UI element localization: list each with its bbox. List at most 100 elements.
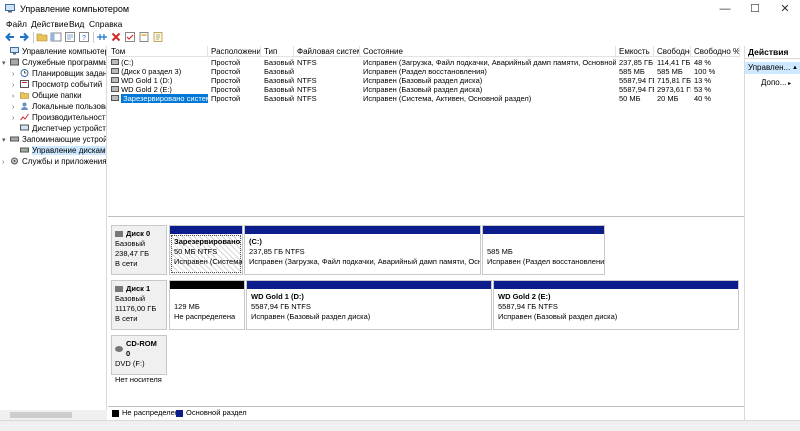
partition-unallocated[interactable]: 129 МБ Не распределена	[169, 280, 245, 330]
table-cell: NTFS	[297, 85, 317, 94]
table-cell: 50 МБ	[619, 94, 641, 103]
tree-item-task-scheduler[interactable]: ›Планировщик заданий	[12, 69, 106, 79]
column-header-free-percent[interactable]: Свободно %	[691, 46, 740, 57]
table-row[interactable]: WD Gold 1 (D:)	[108, 76, 208, 85]
disk-graphical-view: Диск 0 Базовый 238,47 ГБ В сети Зарезерв…	[108, 216, 744, 406]
table-cell: Базовый	[264, 94, 294, 103]
computer-icon	[10, 47, 19, 55]
connect-icon[interactable]	[96, 31, 108, 43]
table-cell: Простой	[211, 85, 241, 94]
svg-text:?: ?	[82, 35, 86, 42]
table-cell: 715,81 ГБ	[657, 76, 691, 85]
tree-item-storage[interactable]: ▾ Запоминающие устройст	[2, 135, 106, 145]
table-cell: Исправен (Система, Активен, Основной раз…	[363, 94, 532, 103]
table-cell: Исправен (Раздел восстановления)	[363, 67, 487, 76]
column-header-layout[interactable]: Расположение	[208, 46, 261, 57]
delete-icon[interactable]	[110, 31, 122, 43]
forward-icon[interactable]	[18, 31, 30, 43]
back-icon[interactable]	[4, 31, 16, 43]
table-cell: Исправен (Загрузка, Файл подкачки, Авари…	[363, 58, 616, 67]
partition-system-reserved[interactable]: Зарезервировано си 50 МБ NTFS Исправен (…	[169, 225, 243, 275]
collapse-arrow-icon[interactable]: ▲	[792, 62, 798, 74]
column-header-volume[interactable]: Том	[108, 46, 208, 57]
table-cell: 585 МБ	[657, 67, 683, 76]
event-viewer-icon	[20, 80, 29, 88]
table-cell: 100 %	[694, 67, 716, 76]
tree-item-local-users[interactable]: ›Локальные пользовате	[12, 102, 106, 112]
partition-recovery[interactable]: 585 МБ Исправен (Раздел восстановления)	[482, 225, 605, 275]
column-header-capacity[interactable]: Емкость	[616, 46, 654, 57]
more-actions-link[interactable]: Допо... ▸	[761, 78, 791, 87]
tree-item-performance[interactable]: › Производительность	[12, 113, 106, 123]
submenu-arrow-icon: ▸	[786, 81, 792, 87]
tree-item-device-manager[interactable]: Диспетчер устройств	[12, 124, 106, 134]
tree-item-services-apps[interactable]: › Службы и приложения	[2, 157, 106, 167]
table-cell: 40 %	[694, 94, 712, 103]
column-header-free[interactable]: Свободно	[654, 46, 691, 57]
table-cell: Базовый	[264, 58, 294, 67]
menu-help[interactable]: Справка	[89, 19, 122, 29]
storage-icon	[10, 136, 19, 142]
cdrom-0-label[interactable]: CD-ROM 0 DVD (F:) Нет носителя	[111, 335, 167, 384]
table-row-selected[interactable]: Зарезервировано системой	[108, 94, 208, 103]
table-cell: 20 МБ	[657, 94, 679, 103]
tools-icon	[10, 58, 19, 66]
tree-item-computer-management[interactable]: Управление компьютером (л	[2, 47, 106, 57]
volume-icon	[111, 95, 119, 101]
console-tree-icon[interactable]	[50, 31, 62, 43]
actions-pane: Действия Управлен... ▲ Допо... ▸	[744, 46, 800, 431]
vertical-scrollbar[interactable]	[740, 46, 744, 406]
disk-icon	[115, 286, 123, 292]
partition-c[interactable]: (C:) 237,85 ГБ NTFS Исправен (Загрузка, …	[244, 225, 481, 275]
scheduler-icon	[20, 69, 29, 77]
close-button[interactable]: ✕	[770, 0, 800, 18]
properties-icon[interactable]	[64, 31, 76, 43]
menu-bar: Файл Действие Вид Справка	[0, 18, 800, 30]
open-icon[interactable]	[138, 31, 150, 43]
table-row[interactable]: (Диск 0 раздел 3)	[108, 67, 208, 76]
table-row[interactable]: (C:)	[108, 58, 208, 67]
partition-wd-gold-2[interactable]: WD Gold 2 (E:) 5587,94 ГБ NTFS Исправен …	[493, 280, 739, 330]
users-icon	[21, 102, 28, 110]
table-cell: 48 %	[694, 58, 712, 67]
actions-group-disk-management[interactable]: Управлен... ▲	[745, 62, 800, 74]
disk-1-label[interactable]: Диск 1 Базовый 11176,00 ГБ В сети	[111, 280, 167, 330]
legend-primary: Основной раздел	[186, 408, 247, 417]
menu-file[interactable]: Файл	[6, 19, 27, 29]
table-cell: 237,85 ГБ	[619, 58, 654, 67]
toolbar: ?	[0, 30, 800, 46]
disk-management-icon	[20, 147, 29, 153]
table-cell: Базовый	[264, 76, 294, 85]
column-header-status[interactable]: Состояние	[360, 46, 616, 57]
table-cell: 2973,61 ГБ	[657, 85, 691, 94]
tree-item-shared-folders[interactable]: › Общие папки	[12, 91, 82, 101]
column-header-filesystem[interactable]: Файловая система	[294, 46, 360, 57]
services-icon	[11, 157, 18, 165]
disk-0-label[interactable]: Диск 0 Базовый 238,47 ГБ В сети	[111, 225, 167, 275]
table-cell: Исправен (Базовый раздел диска)	[363, 76, 483, 85]
maximize-button[interactable]: ☐	[740, 0, 770, 18]
menu-view[interactable]: Вид	[69, 19, 84, 29]
cdrom-icon	[115, 346, 123, 352]
table-row[interactable]: WD Gold 2 (E:)	[108, 85, 208, 94]
tree-item-event-viewer[interactable]: › Просмотр событий	[12, 80, 102, 90]
menu-action[interactable]: Действие	[31, 19, 68, 29]
table-cell: 53 %	[694, 85, 712, 94]
shared-folder-icon	[20, 92, 29, 99]
tree-item-system-tools[interactable]: ▾ Служебные программы	[2, 58, 106, 68]
table-cell: Исправен (Базовый раздел диска)	[363, 85, 483, 94]
help-icon[interactable]: ?	[78, 31, 90, 43]
tree-horizontal-scrollbar[interactable]	[0, 410, 107, 420]
wizard-icon[interactable]	[152, 31, 164, 43]
check-icon[interactable]	[124, 31, 136, 43]
minimize-button[interactable]: —	[710, 0, 740, 18]
column-header-type[interactable]: Тип	[261, 46, 294, 57]
tree-item-disk-management[interactable]: Управление дисками	[12, 146, 106, 156]
partition-wd-gold-1[interactable]: WD Gold 1 (D:) 5587,94 ГБ NTFS Исправен …	[246, 280, 492, 330]
table-cell: Простой	[211, 58, 241, 67]
folder-icon[interactable]	[36, 31, 48, 43]
table-cell: Простой	[211, 76, 241, 85]
table-cell: Базовый	[264, 67, 294, 76]
volume-icon	[111, 86, 119, 92]
legend-swatch-unallocated	[112, 410, 119, 417]
